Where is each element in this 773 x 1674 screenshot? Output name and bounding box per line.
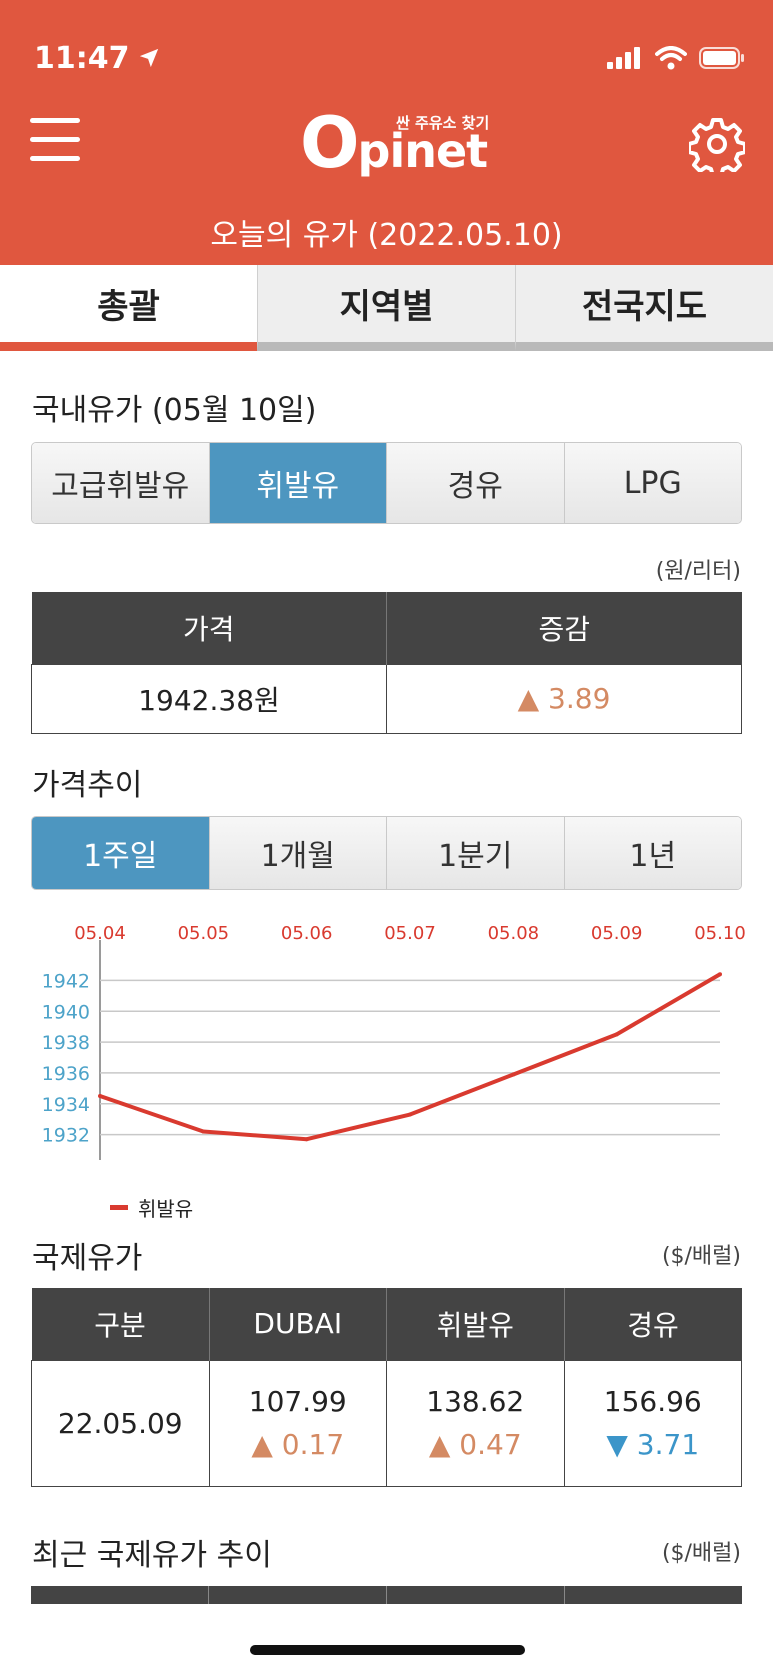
tab-overview[interactable]: 총괄: [0, 265, 257, 351]
domestic-unit: (원/리터): [655, 559, 741, 584]
y-tick-label: 1936: [42, 1063, 90, 1085]
domestic-change-value: ▲ 3.89: [386, 663, 742, 734]
intl-gasoline-value: 138.62: [426, 1385, 525, 1418]
intl-date: 22.05.09: [31, 1359, 210, 1487]
intl-header-category: 구분: [31, 1288, 209, 1360]
data-point: [201, 1129, 206, 1134]
intl-dubai-value: 107.99: [248, 1385, 347, 1418]
opinet-logo: Opinet 싼 주유소 찾기: [300, 102, 500, 184]
intl-header-diesel: 경유: [563, 1288, 742, 1360]
domestic-price-table: 가격 증감 1942.38원 ▲ 3.89: [31, 592, 742, 734]
home-indicator[interactable]: [250, 1645, 525, 1655]
main-tabs: 총괄 지역별 전국지도: [0, 265, 773, 351]
x-tick-label: 05.05: [178, 923, 230, 944]
tab-by-region[interactable]: 지역별: [257, 265, 515, 351]
data-point: [718, 972, 722, 977]
international-price-title: 국제유가: [32, 1241, 143, 1276]
intl-header-dubai: DUBAI: [208, 1288, 387, 1360]
intl-dubai-cell: 107.99 ▲ 0.17: [208, 1359, 387, 1487]
tab-national-map[interactable]: 전국지도: [515, 265, 773, 351]
intl-header-gasoline: 휘발유: [386, 1288, 564, 1360]
today-price-date: 오늘의 유가 (2022.05.10): [210, 218, 563, 253]
battery-icon: [699, 47, 744, 69]
period-selector: 1주일 1개월 1분기 1년: [31, 816, 742, 890]
intl-dubai-change: ▲ 0.17: [251, 1428, 345, 1461]
change-header: 증감: [386, 592, 742, 664]
legend-swatch: [110, 1205, 128, 1210]
period-1week[interactable]: 1주일: [32, 817, 209, 889]
price-header: 가격: [31, 592, 387, 664]
period-1quarter[interactable]: 1분기: [386, 817, 564, 889]
y-tick-label: 1942: [42, 970, 90, 992]
signal-icon: [607, 47, 640, 69]
x-tick-label: 05.07: [384, 923, 436, 944]
international-unit: ($/배럴): [661, 1244, 741, 1269]
fuel-premium-gasoline[interactable]: 고급휘발유: [32, 443, 209, 523]
logo-first-letter: O: [300, 102, 359, 184]
location-arrow-icon: [139, 48, 158, 68]
x-tick-label: 05.08: [488, 923, 540, 944]
menu-button[interactable]: [30, 118, 80, 162]
x-tick-label: 05.10: [694, 923, 746, 944]
logo-tagline: 싼 주유소 찾기: [396, 114, 490, 132]
data-point: [98, 1094, 102, 1099]
status-bar: 11:47: [34, 38, 745, 78]
fuel-type-selector: 고급휘발유 휘발유 경유 LPG: [31, 442, 742, 524]
settings-button[interactable]: [687, 116, 747, 178]
app-header: 11:47 Opinet 싼 주유소 찾기 오늘의 유가 (2022.05.10…: [0, 0, 773, 265]
recent-table-header: [31, 1586, 742, 1604]
x-tick-label: 05.06: [281, 923, 333, 944]
status-time: 11:47: [34, 40, 130, 76]
y-tick-label: 1940: [42, 1001, 90, 1023]
recent-international-title: 최근 국제유가 추이: [32, 1538, 272, 1573]
data-point: [614, 1032, 619, 1037]
intl-diesel-cell: 156.96 ▼ 3.71: [563, 1359, 742, 1487]
data-point: [511, 1072, 516, 1077]
fuel-lpg[interactable]: LPG: [563, 443, 741, 523]
gear-icon: [687, 118, 747, 178]
period-1month[interactable]: 1개월: [208, 817, 386, 889]
price-trend-chart: 1932 1934 1936 1938 1940 1942 05.04 05.05 05.06 0…: [42, 923, 746, 1160]
fuel-gasoline[interactable]: 휘발유: [208, 443, 386, 523]
intl-diesel-change: ▼ 3.71: [606, 1428, 700, 1461]
intl-diesel-value: 156.96: [603, 1385, 702, 1418]
x-tick-label: 05.09: [591, 923, 643, 944]
y-tick-label: 1938: [42, 1032, 90, 1054]
price-trend-title: 가격추이: [32, 768, 143, 803]
fuel-diesel[interactable]: 경유: [386, 443, 564, 523]
recent-unit: ($/배럴): [661, 1541, 741, 1566]
chart-legend: 휘발유: [110, 1193, 193, 1222]
y-tick-label: 1932: [42, 1125, 90, 1147]
x-tick-label: 05.04: [74, 923, 126, 944]
data-point: [408, 1112, 412, 1117]
international-price-table: 구분 DUBAI 휘발유 경유 22.05.09 107.99 ▲ 0.17 1…: [31, 1288, 742, 1487]
domestic-price-value: 1942.38원: [31, 663, 387, 734]
data-point: [304, 1137, 309, 1142]
intl-gasoline-change: ▲ 0.47: [428, 1428, 522, 1461]
wifi-icon: [655, 46, 687, 70]
legend-label-gasoline: 휘발유: [138, 1197, 194, 1221]
intl-gasoline-cell: 138.62 ▲ 0.47: [386, 1359, 565, 1487]
period-1year[interactable]: 1년: [563, 817, 741, 889]
y-tick-label: 1934: [42, 1094, 90, 1116]
domestic-price-title: 국내유가 (05월 10일): [32, 393, 317, 428]
